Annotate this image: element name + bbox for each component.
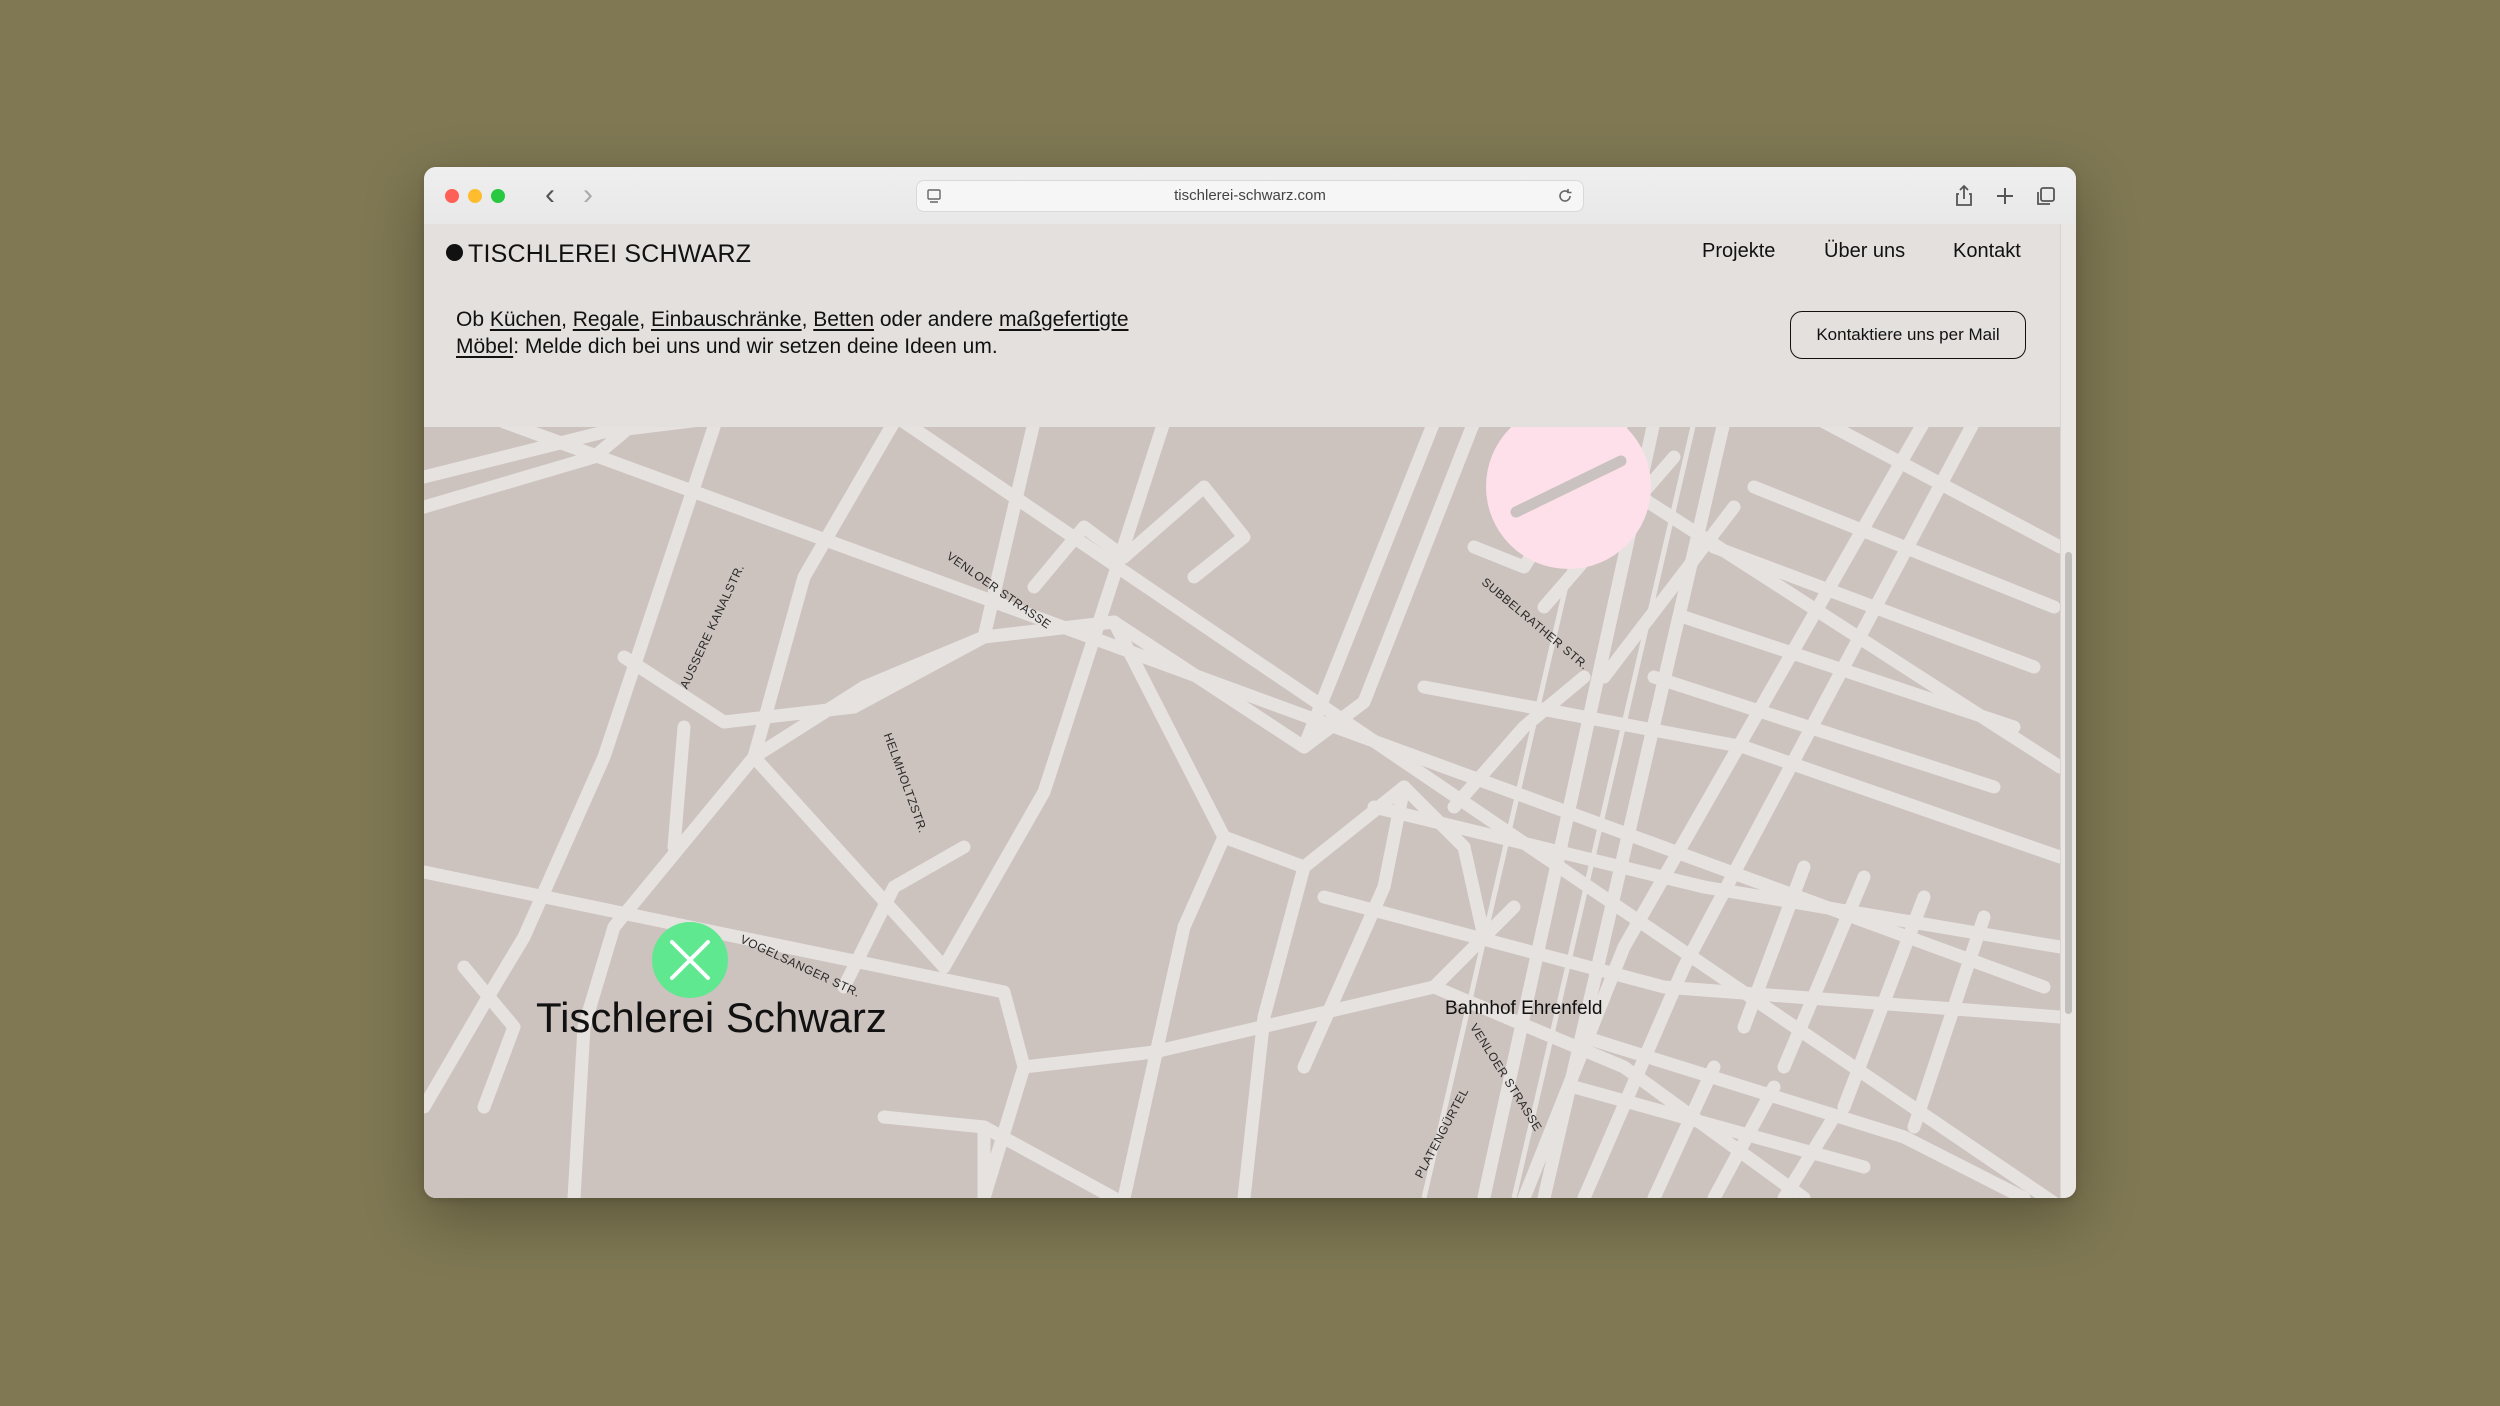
website-page: TISCHLEREI SCHWARZ Projekte Über uns Kon… (424, 224, 2060, 1198)
close-x-icon (670, 940, 710, 980)
browser-toolbar: ‹ › tischlerei-schwarz.com (424, 167, 2076, 225)
street-map[interactable]: AUSSERE KANALSTR. VENLOER STRASSE SUBBEL… (424, 427, 2060, 1198)
map-location-title: Tischlerei Schwarz (536, 994, 887, 1041)
map-streets (424, 427, 2060, 1198)
forward-arrow-icon[interactable]: › (574, 180, 602, 210)
new-tab-icon[interactable] (1992, 183, 2018, 209)
contact-mail-button[interactable]: Kontaktiere uns per Mail (1790, 311, 2026, 359)
share-icon[interactable] (1951, 183, 1977, 209)
browser-window: ‹ › tischlerei-schwarz.com TISCHLEREI SC (424, 167, 2076, 1198)
zoom-out-marker[interactable] (1486, 427, 1651, 569)
zoom-dot[interactable] (491, 189, 505, 203)
minus-icon (1510, 455, 1627, 518)
link-betten[interactable]: Betten (813, 308, 874, 331)
logo-dot-icon (446, 244, 463, 261)
nav-ueber-uns[interactable]: Über uns (1824, 240, 1905, 263)
link-einbauschraenke[interactable]: Einbauschränke (651, 308, 802, 331)
location-marker[interactable] (652, 922, 728, 998)
link-kuechen[interactable]: Küchen (490, 308, 561, 331)
page-scrollbar[interactable] (2060, 224, 2076, 1198)
nav-projekte[interactable]: Projekte (1702, 240, 1775, 263)
nav-kontakt[interactable]: Kontakt (1953, 240, 2021, 263)
bahnhof-ehrenfeld-label: Bahnhof Ehrenfeld (1445, 998, 1603, 1019)
address-bar[interactable]: tischlerei-schwarz.com (916, 180, 1584, 212)
minimize-dot[interactable] (468, 189, 482, 203)
intro-text: Ob Küchen, Regale, Einbauschränke, Bette… (456, 308, 1129, 358)
site-logo[interactable]: TISCHLEREI SCHWARZ (446, 240, 751, 269)
back-arrow-icon[interactable]: ‹ (536, 180, 564, 210)
url-text: tischlerei-schwarz.com (1174, 187, 1326, 204)
close-dot[interactable] (445, 189, 459, 203)
scroll-thumb[interactable] (2065, 552, 2072, 1014)
reload-icon[interactable] (1555, 186, 1575, 206)
link-regale[interactable]: Regale (573, 308, 640, 331)
tabs-overview-icon[interactable] (2033, 183, 2059, 209)
